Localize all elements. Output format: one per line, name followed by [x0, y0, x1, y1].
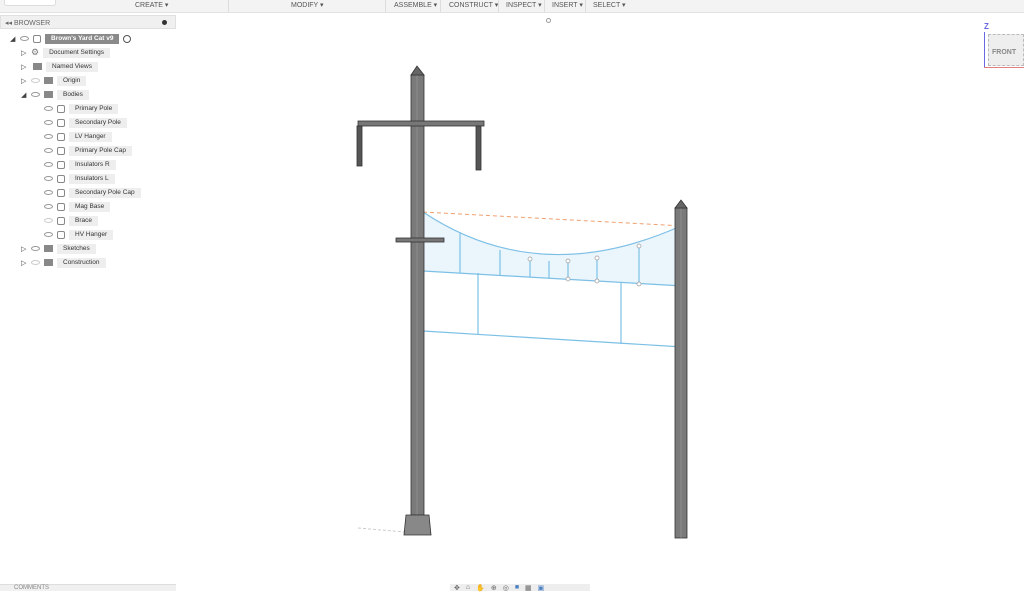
grid-icon[interactable]: ▦: [525, 584, 532, 592]
mag-base: [403, 514, 432, 536]
fit-icon[interactable]: ◎: [503, 584, 509, 592]
pan-icon[interactable]: ✋: [476, 584, 485, 592]
comments-title: COMMENTS: [14, 585, 49, 591]
axis-z-label: Z: [984, 22, 989, 31]
navigation-bar: ✥ ⌂ ✋ ⊕ ◎ ■ ▦ ▣: [450, 584, 590, 592]
ground-line: [357, 527, 406, 533]
view-cube[interactable]: Z FRONT: [980, 22, 1024, 74]
primary-pole: [403, 65, 432, 536]
viewport-model[interactable]: [0, 0, 1024, 591]
orbit-icon[interactable]: ✥: [454, 584, 460, 592]
viewports-icon[interactable]: ▣: [538, 584, 545, 592]
zoom-icon[interactable]: ⊕: [491, 584, 497, 592]
comments-panel[interactable]: COMMENTS: [0, 584, 176, 591]
view-cube-front-face[interactable]: FRONT: [988, 34, 1024, 66]
sketch-profile: [423, 212, 683, 286]
secondary-pole-cap: [674, 199, 688, 209]
secondary-pole: [674, 199, 688, 539]
hv-hanger: [395, 237, 445, 243]
display-settings-icon[interactable]: ■: [515, 584, 519, 591]
construction-line: [422, 211, 684, 227]
insulators-r: [475, 125, 482, 171]
look-at-icon[interactable]: ⌂: [466, 584, 470, 591]
insulators-l: [356, 125, 363, 167]
